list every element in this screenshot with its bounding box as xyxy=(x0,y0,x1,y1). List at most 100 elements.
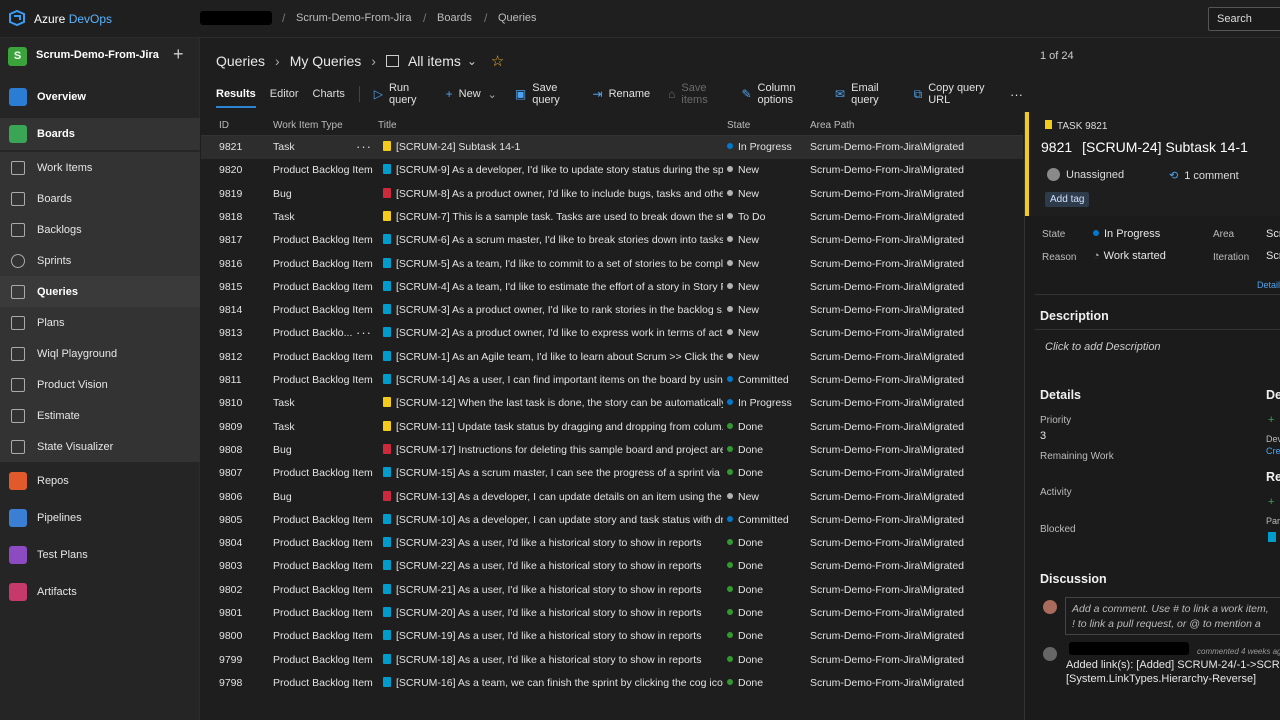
cell-title[interactable]: [SCRUM-4] As a team, I'd like to estimat… xyxy=(383,280,723,293)
table-row[interactable]: 9813 Product Backlo... ··· [SCRUM-2] As a p… xyxy=(201,322,1023,345)
add-related-icon[interactable]: + xyxy=(1268,496,1274,508)
table-row[interactable]: 9815 Product Backlog Item [SCRUM-4] As a t… xyxy=(201,276,1023,299)
cell-title[interactable]: [SCRUM-1] As an Agile team, I'd like to … xyxy=(383,350,723,363)
favorite-star-icon[interactable]: ☆ xyxy=(491,52,504,70)
cell-title[interactable]: [SCRUM-11] Update task status by draggin… xyxy=(383,420,723,433)
sidebar-item-work-items[interactable]: Work Items xyxy=(0,152,200,183)
sidebar-item-boards-sub[interactable]: Boards xyxy=(0,183,200,214)
run-query-button[interactable]: ▷ Run query xyxy=(374,82,428,106)
table-row[interactable]: 9814 Product Backlog Item [SCRUM-3] As a p… xyxy=(201,299,1023,322)
iteration-field[interactable]: Scr xyxy=(1266,250,1280,262)
table-row[interactable]: 9803 Product Backlog Item [SCRUM-22] As a … xyxy=(201,555,1023,578)
column-header-id[interactable]: ID xyxy=(219,120,229,131)
sidebar-item-estimate[interactable]: Estimate xyxy=(0,400,200,431)
sidebar-item-repos[interactable]: Repos xyxy=(0,465,200,496)
table-row[interactable]: 9802 Product Backlog Item [SCRUM-21] As a … xyxy=(201,579,1023,602)
column-header-title[interactable]: Title xyxy=(378,120,397,131)
save-items-button[interactable]: ⌂ Save items xyxy=(668,82,723,106)
tab-results[interactable]: Results xyxy=(216,84,256,108)
table-row[interactable]: 9809 Task [SCRUM-11] Update task status by… xyxy=(201,416,1023,439)
table-row[interactable]: 9801 Product Backlog Item [SCRUM-20] As a … xyxy=(201,602,1023,625)
sidebar-item-wiql-playground[interactable]: Wiql Playground xyxy=(0,338,200,369)
column-options-button[interactable]: ✎ Column options xyxy=(741,82,817,106)
area-field[interactable]: Scr xyxy=(1266,228,1280,240)
cell-title[interactable]: [SCRUM-14] As a user, I can find importa… xyxy=(383,374,723,386)
table-row[interactable]: 9800 Product Backlog Item [SCRUM-19] As a … xyxy=(201,625,1023,648)
sidebar-item-state-visualizer[interactable]: State Visualizer xyxy=(0,431,200,462)
sidebar-item-overview[interactable]: Overview xyxy=(0,81,200,112)
project-header[interactable]: S Scrum-Demo-From-Jira + xyxy=(0,38,200,76)
cell-title[interactable]: [SCRUM-20] As a user, I'd like a histori… xyxy=(383,607,723,619)
cell-title[interactable]: [SCRUM-5] As a team, I'd like to commit … xyxy=(383,257,723,270)
table-row[interactable]: 9805 Product Backlog Item [SCRUM-10] As a … xyxy=(201,509,1023,532)
parent-item-icon[interactable] xyxy=(1268,532,1276,542)
table-row[interactable]: 9799 Product Backlog Item [SCRUM-18] As a … xyxy=(201,649,1023,672)
cell-title[interactable]: [SCRUM-18] As a user, I'd like a histori… xyxy=(383,653,723,666)
cell-title[interactable]: [SCRUM-7] This is a sample task. Tasks a… xyxy=(383,210,723,223)
sidebar-item-plans[interactable]: Plans xyxy=(0,307,200,338)
crumb-queries[interactable]: Queries xyxy=(216,53,265,69)
assigned-to-field[interactable]: Unassigned xyxy=(1047,168,1124,181)
column-header-area-path[interactable]: Area Path xyxy=(810,120,854,131)
project-name[interactable]: Scrum-Demo-From-Jira xyxy=(36,49,159,61)
azure-devops-logo-icon[interactable] xyxy=(8,9,26,27)
sidebar-item-boards[interactable]: Boards xyxy=(0,118,200,150)
search-input[interactable]: Search xyxy=(1208,7,1280,31)
cell-title[interactable]: [SCRUM-15] As a scrum master, I can see … xyxy=(383,467,723,479)
table-row[interactable]: 9810 Task [SCRUM-12] When the last task is… xyxy=(201,392,1023,415)
cell-title[interactable]: [SCRUM-12] When the last task is done, t… xyxy=(383,397,723,409)
cell-title[interactable]: [SCRUM-8] As a product owner, I'd like t… xyxy=(383,187,723,200)
table-row[interactable]: 9798 Product Backlog Item [SCRUM-16] As a … xyxy=(201,672,1023,695)
sidebar-item-queries[interactable]: Queries xyxy=(0,276,200,307)
new-button[interactable]: + New ⌄ xyxy=(446,87,497,101)
more-actions-icon[interactable]: ··· xyxy=(1010,87,1023,102)
table-row[interactable]: 9808 Bug [SCRUM-17] Instructions for delet… xyxy=(201,439,1023,462)
sidebar-item-sprints[interactable]: Sprints xyxy=(0,245,200,276)
table-row[interactable]: 9807 Product Backlog Item [SCRUM-15] As a … xyxy=(201,462,1023,485)
table-row[interactable]: 9819 Bug [SCRUM-8] As a product owner, I'd… xyxy=(201,183,1023,206)
cell-title[interactable]: [SCRUM-16] As a team, we can finish the … xyxy=(383,676,723,689)
work-item-title[interactable]: 9821 [SCRUM-24] Subtask 14-1 xyxy=(1041,139,1248,155)
query-name[interactable]: All items xyxy=(408,53,461,69)
cell-title[interactable]: [SCRUM-21] As a user, I'd like a histori… xyxy=(383,583,723,596)
sidebar-item-backlogs[interactable]: Backlogs xyxy=(0,214,200,245)
row-more-icon[interactable]: ··· xyxy=(356,139,372,154)
column-header-state[interactable]: State xyxy=(727,120,750,131)
sidebar-item-artifacts[interactable]: Artifacts xyxy=(0,576,200,607)
cell-title[interactable]: [SCRUM-23] As a user, I'd like a histori… xyxy=(383,537,723,549)
table-row[interactable]: 9817 Product Backlog Item [SCRUM-6] As a s… xyxy=(201,229,1023,252)
cell-title[interactable]: [SCRUM-24] Subtask 14-1 xyxy=(383,141,723,153)
cell-title[interactable]: [SCRUM-13] As a developer, I can update … xyxy=(383,490,723,503)
column-header-work-item-type[interactable]: Work Item Type xyxy=(273,120,343,131)
row-more-icon[interactable]: ··· xyxy=(356,325,372,340)
email-query-button[interactable]: ✉ Email query xyxy=(835,82,896,106)
table-row[interactable]: 9804 Product Backlog Item [SCRUM-23] As a … xyxy=(201,532,1023,555)
table-row[interactable]: 9812 Product Backlog Item [SCRUM-1] As an … xyxy=(201,346,1023,369)
sidebar-item-test-plans[interactable]: Test Plans xyxy=(0,539,200,570)
table-row[interactable]: 9818 Task [SCRUM-7] This is a sample task.… xyxy=(201,206,1023,229)
brand-name[interactable]: Azure DevOps xyxy=(34,12,112,26)
reason-field[interactable]: ◔ Work started xyxy=(1093,250,1166,262)
priority-field[interactable]: 3 xyxy=(1040,430,1046,442)
comments-link[interactable]: ⟲ 1 comment xyxy=(1169,169,1239,182)
copy-query-url-button[interactable]: ⧉ Copy query URL xyxy=(914,82,992,106)
tab-details[interactable]: Details xyxy=(1257,280,1280,290)
add-icon[interactable]: + xyxy=(173,44,184,65)
tab-charts[interactable]: Charts xyxy=(313,84,345,104)
save-query-button[interactable]: ▣ Save query xyxy=(515,82,575,106)
tab-editor[interactable]: Editor xyxy=(270,84,299,104)
cell-title[interactable]: [SCRUM-6] As a scrum master, I'd like to… xyxy=(383,234,723,246)
cell-title[interactable]: [SCRUM-19] As a user, I'd like a histori… xyxy=(383,630,723,642)
table-row[interactable]: 9816 Product Backlog Item [SCRUM-5] As a t… xyxy=(201,253,1023,276)
chevron-down-icon[interactable]: ⌄ xyxy=(467,54,477,68)
cell-title[interactable]: [SCRUM-3] As a product owner, I'd like t… xyxy=(383,304,723,316)
description-field[interactable]: Click to add Description xyxy=(1045,341,1161,353)
state-field[interactable]: In Progress xyxy=(1093,228,1160,240)
sidebar-item-pipelines[interactable]: Pipelines xyxy=(0,502,200,533)
breadcrumb-project[interactable]: Scrum-Demo-From-Jira xyxy=(296,12,412,24)
cell-title[interactable]: [SCRUM-17] Instructions for deleting thi… xyxy=(383,443,723,456)
table-row[interactable]: 9811 Product Backlog Item [SCRUM-14] As a … xyxy=(201,369,1023,392)
cell-title[interactable]: [SCRUM-9] As a developer, I'd like to up… xyxy=(383,164,723,176)
breadcrumb-queries[interactable]: Queries xyxy=(498,12,537,24)
rename-button[interactable]: ⇥ Rename xyxy=(593,87,651,101)
